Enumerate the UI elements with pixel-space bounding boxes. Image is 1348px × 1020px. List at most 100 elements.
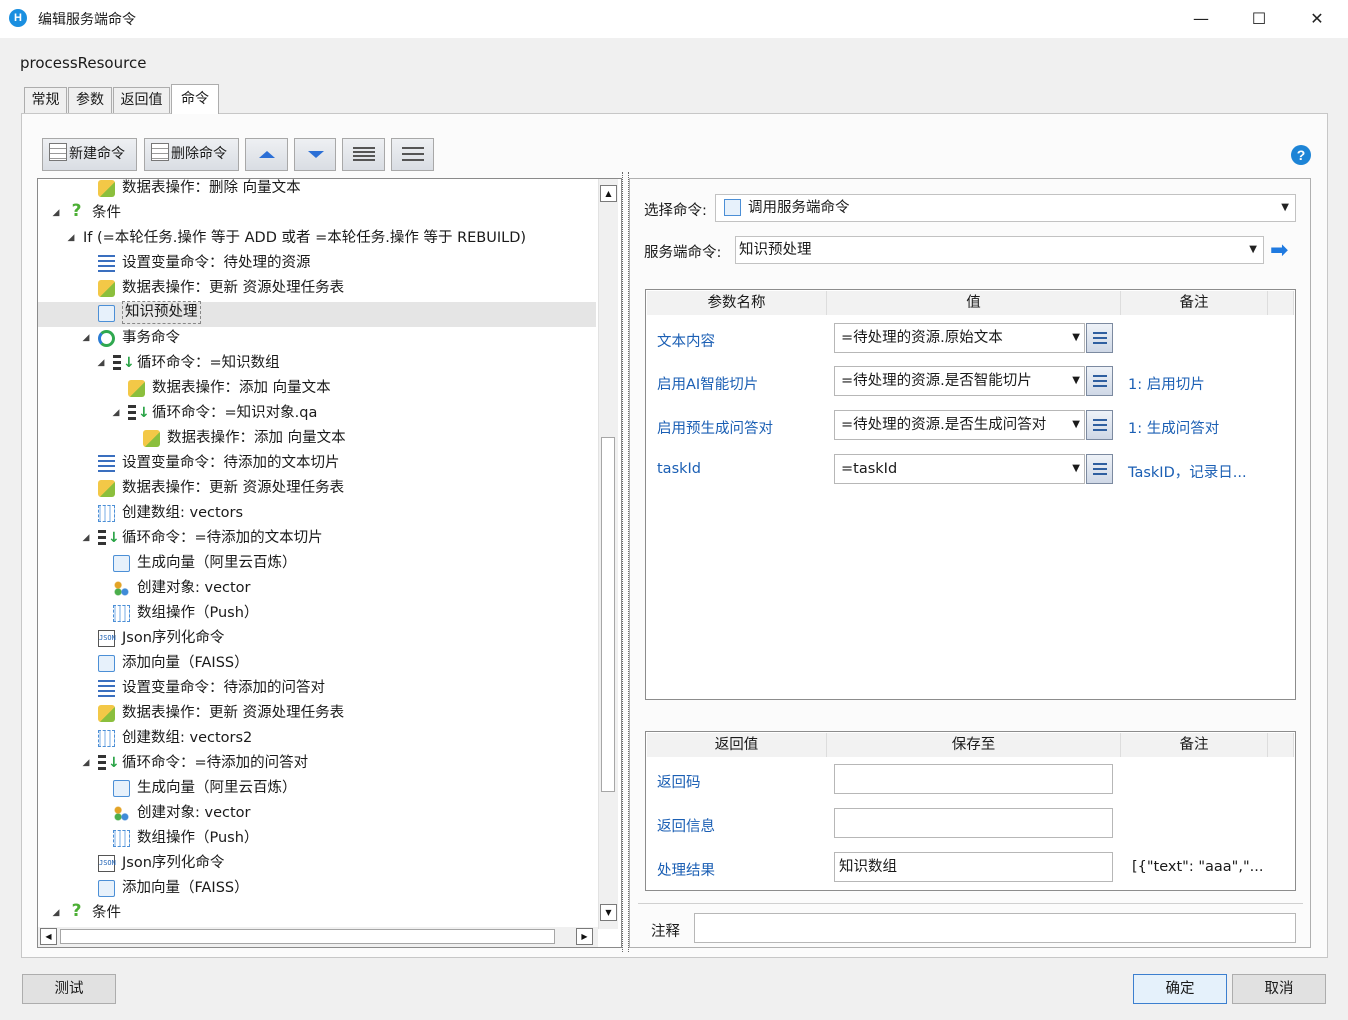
- help-icon[interactable]: ?: [1291, 145, 1311, 165]
- tree-node[interactable]: 数据表操作：更新 资源处理任务表: [38, 702, 596, 727]
- tree-node[interactable]: ◢? 条件: [38, 202, 596, 227]
- chevron-down-icon: ▼: [1072, 375, 1080, 386]
- tree-node[interactable]: 添加向量（FAISS）: [38, 877, 596, 902]
- comment-input[interactable]: [694, 913, 1296, 943]
- json-icon: JSON: [98, 855, 116, 872]
- tree-node-label: 创建数组: vectors2: [122, 730, 253, 746]
- expand-arrow-icon[interactable]: ◢: [80, 327, 92, 349]
- param-value-combo[interactable]: =待处理的资源.是否智能切片 ▼: [834, 366, 1085, 396]
- scroll-down-arrow-icon[interactable]: ▼: [600, 904, 617, 921]
- tree-node[interactable]: ◢ ↓ 循环命令：=待添加的文本切片: [38, 527, 596, 552]
- tree-node[interactable]: 创建数组: vectors2: [38, 727, 596, 752]
- tree-node[interactable]: 数据表操作：更新 资源处理任务表: [38, 277, 596, 302]
- tree-node-label: 循环命令：=知识对象.qa: [152, 405, 318, 421]
- param-value: =待处理的资源.原始文本: [841, 330, 1003, 346]
- tree-node[interactable]: 创建对象: vector: [38, 577, 596, 602]
- outdent-button[interactable]: [391, 138, 434, 171]
- tree-node[interactable]: ◢ If (=本轮任务.操作 等于 ADD 或者 =本轮任务.操作 等于 REBU…: [38, 227, 596, 252]
- minimize-button[interactable]: —: [1172, 0, 1230, 38]
- tree-vertical-scroll-thumb[interactable]: [601, 437, 615, 792]
- tree-node[interactable]: JSON Json序列化命令: [38, 627, 596, 652]
- tab-return[interactable]: 返回值: [113, 87, 170, 113]
- tree-node[interactable]: 设置变量命令：待处理的资源: [38, 252, 596, 277]
- command-name: processResource: [20, 54, 147, 72]
- param-value-combo[interactable]: =待处理的资源.是否生成问答对 ▼: [834, 410, 1085, 440]
- expand-arrow-icon[interactable]: ◢: [65, 227, 77, 249]
- tree-node[interactable]: 添加向量（FAISS）: [38, 652, 596, 677]
- chevron-down-icon: ▼: [1072, 419, 1080, 430]
- tree-node[interactable]: JSON Json序列化命令: [38, 852, 596, 877]
- panel-splitter[interactable]: [622, 172, 629, 952]
- scroll-left-arrow-icon[interactable]: ◀: [40, 928, 57, 945]
- go-to-command-arrow-icon[interactable]: ➡: [1270, 238, 1288, 263]
- param-value-combo[interactable]: =待处理的资源.原始文本 ▼: [834, 323, 1085, 353]
- scroll-right-arrow-icon[interactable]: ▶: [576, 928, 593, 945]
- test-button[interactable]: 测试: [22, 974, 116, 1004]
- new-command-button[interactable]: 新建命令: [42, 138, 137, 171]
- tree-node[interactable]: 数据表操作：添加 向量文本: [38, 377, 596, 402]
- tree-node[interactable]: 数据表操作：添加 向量文本: [38, 427, 596, 452]
- tab-params[interactable]: 参数: [68, 87, 112, 113]
- param-name: taskId: [657, 461, 702, 477]
- tree-node[interactable]: ◢? 条件: [38, 902, 596, 927]
- tree-node[interactable]: 数据表操作：更新 资源处理任务表: [38, 477, 596, 502]
- tree-node[interactable]: 设置变量命令：待添加的问答对: [38, 677, 596, 702]
- expand-arrow-icon[interactable]: ◢: [110, 402, 122, 424]
- tab-commands[interactable]: 命令: [171, 84, 219, 114]
- expand-arrow-icon[interactable]: ◢: [50, 202, 62, 224]
- database-table-icon: [143, 430, 160, 447]
- tree-horizontal-scroll-thumb[interactable]: [60, 929, 555, 944]
- server-command-icon: [98, 880, 115, 897]
- tree-node[interactable]: 数组操作（Push）: [38, 602, 596, 627]
- delete-command-icon: [151, 143, 169, 161]
- move-up-button[interactable]: [245, 138, 288, 171]
- tree-horizontal-scrollbar[interactable]: ◀ ▶: [38, 927, 598, 947]
- cancel-button[interactable]: 取消: [1232, 974, 1326, 1004]
- server-command-value: 知识预处理: [739, 242, 812, 258]
- tree-node[interactable]: ◢ ↓ 循环命令：=知识对象.qa: [38, 402, 596, 427]
- params-header-value: 值: [827, 291, 1121, 315]
- tree-node-label: 循环命令：=待添加的文本切片: [122, 530, 323, 546]
- tree-node[interactable]: 设置变量命令：待添加的文本切片: [38, 452, 596, 477]
- tree-node[interactable]: ◢ ↓ 循环命令：=待添加的问答对: [38, 752, 596, 777]
- tree-node[interactable]: 知识预处理: [38, 301, 596, 327]
- expand-arrow-icon[interactable]: ◢: [50, 902, 62, 924]
- database-table-icon: [98, 480, 115, 497]
- expand-arrow-icon[interactable]: ◢: [80, 527, 92, 549]
- tab-general[interactable]: 常规: [24, 87, 67, 113]
- param-expression-button[interactable]: [1086, 323, 1113, 353]
- tree-node-label: 条件: [92, 205, 121, 221]
- ok-button[interactable]: 确定: [1133, 974, 1227, 1004]
- tree-node[interactable]: ◢ 事务命令: [38, 327, 596, 352]
- expand-arrow-icon[interactable]: ◢: [95, 352, 107, 374]
- param-expression-button[interactable]: [1086, 410, 1113, 440]
- param-value-combo[interactable]: =taskId ▼: [834, 454, 1085, 484]
- tree-node[interactable]: 数组操作（Push）: [38, 827, 596, 852]
- tree-node[interactable]: 生成向量（阿里云百炼）: [38, 777, 596, 802]
- param-expression-button[interactable]: [1086, 454, 1113, 484]
- server-command-combo[interactable]: 知识预处理 ▼: [735, 236, 1264, 264]
- close-button[interactable]: ✕: [1288, 0, 1346, 38]
- tree-node[interactable]: 创建对象: vector: [38, 802, 596, 827]
- move-down-button[interactable]: [294, 138, 336, 171]
- return-save-input[interactable]: 知识数组: [834, 852, 1113, 882]
- return-save-input[interactable]: [834, 808, 1113, 838]
- param-expression-button[interactable]: [1086, 366, 1113, 396]
- tree-node[interactable]: 生成向量（阿里云百炼）: [38, 552, 596, 577]
- indent-button[interactable]: [342, 138, 385, 171]
- tree-node[interactable]: 数据表操作：删除 向量文本: [38, 179, 596, 202]
- delete-command-button[interactable]: 删除命令: [144, 138, 239, 171]
- tree-vertical-scrollbar[interactable]: ▲ ▼: [598, 179, 618, 929]
- tree-node[interactable]: 创建数组: vectors: [38, 502, 596, 527]
- maximize-button[interactable]: ☐: [1230, 0, 1288, 38]
- return-name: 返回信息: [657, 819, 715, 835]
- tree-node-label: Json序列化命令: [122, 630, 225, 646]
- expand-arrow-icon[interactable]: ◢: [80, 752, 92, 774]
- tree-node[interactable]: ◢ ↓ 循环命令：=知识数组: [38, 352, 596, 377]
- return-save-input[interactable]: [834, 764, 1113, 794]
- select-command-combo[interactable]: 调用服务端命令 ▼: [715, 194, 1296, 222]
- scroll-up-arrow-icon[interactable]: ▲: [600, 185, 617, 202]
- command-tree[interactable]: 数据表操作：删除 向量文本 ◢? 条件 ◢ If (=本轮任务.操作 等于 ADD 或者…: [37, 178, 622, 948]
- array-icon: [98, 505, 115, 522]
- param-value: =待处理的资源.是否生成问答对: [841, 417, 1047, 433]
